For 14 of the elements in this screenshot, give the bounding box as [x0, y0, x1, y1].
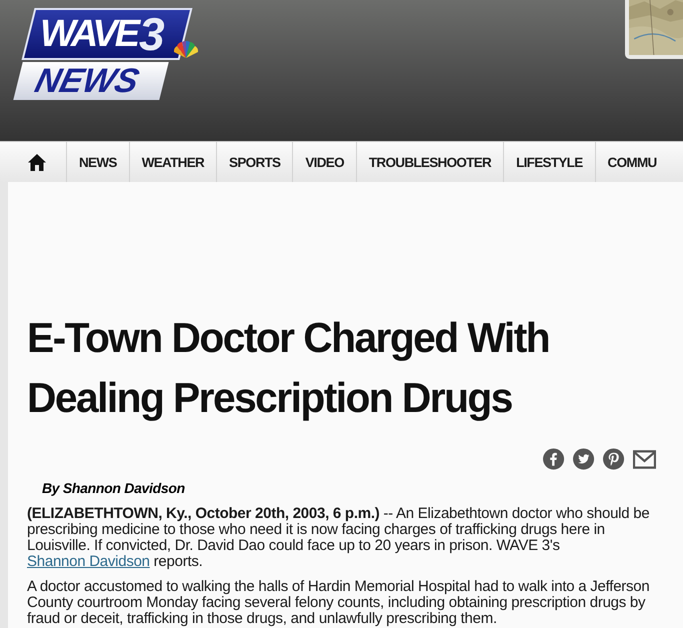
email-icon[interactable] [633, 448, 656, 471]
byline: By Shannon Davidson [42, 480, 185, 496]
peacock-icon [172, 40, 200, 58]
twitter-icon[interactable] [573, 448, 596, 471]
home-icon [28, 154, 46, 170]
article-paragraph: A doctor accustomed to walking the halls of Hardin Memorial Hospital had to walk into a Jefferson County courtroom Monday facing several felony counts, including obtaining prescription drugs by fraud or deceit, trafficking in those drugs, and unlawfully prescribing them. [27, 579, 650, 627]
article-paragraph: (ELIZABETHTOWN, Ky., October 20th, 2003, 6 p.m.) -- An Elizabethtown doctor who should be prescribing medicine to those who need it is now facing charges of trafficking drugs here in Louisville. If convicted, Dr. David Dao could face up to 20 years in prison. WAVE 3's Shannon Davidson reports. [27, 506, 650, 570]
reporter-link[interactable]: Shannon Davidson [27, 553, 150, 570]
logo-text: WAVE [40, 12, 138, 56]
article-headline: E-Town Doctor Charged With Dealing Prescription Drugs [27, 313, 550, 423]
logo-number: 3 [139, 9, 165, 59]
logo-text: NEWS [31, 62, 143, 100]
facebook-icon[interactable] [543, 448, 566, 471]
pinterest-icon[interactable] [603, 448, 626, 471]
